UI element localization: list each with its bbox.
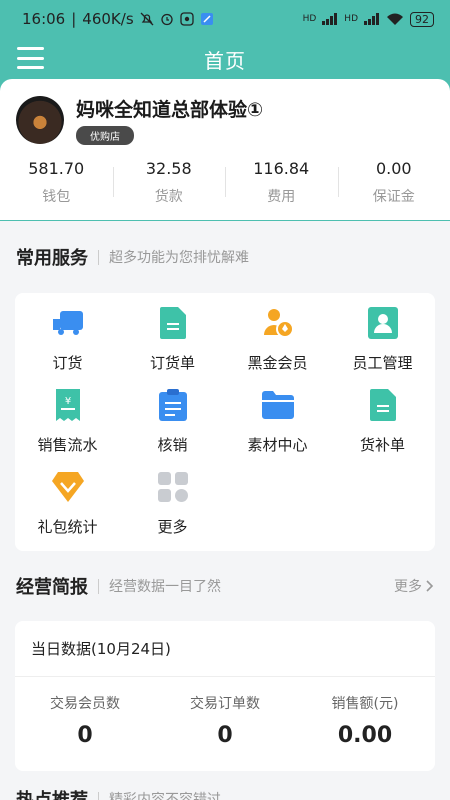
divider [98,249,99,265]
stat-value: 0.00 [375,159,412,178]
section-subtitle: 经营数据一目了然 [109,579,221,595]
section-title: 经营简报 [16,577,88,598]
stat-deposit[interactable]: 0.00 保证金 [337,159,450,206]
service-staff[interactable]: 员工管理 [330,307,435,379]
service-sales-ledger[interactable]: ¥ 销售流水 [15,389,120,461]
report-more-link[interactable]: 更多 [394,576,434,596]
chevron-right-icon [426,580,434,592]
account-stats: 581.70 钱包 32.58 货款 116.84 费用 0.00 保证金 [0,159,450,206]
signal1-icon [322,13,338,25]
section-title: 常用服务 [16,248,88,269]
mute-icon [140,12,154,26]
report-stat-label: 交易会员数 [50,696,120,712]
order-doc-icon [157,307,189,339]
service-label: 订货单 [149,354,195,372]
gift-badge-icon [51,471,84,503]
section-title: 热点推荐 [16,786,88,800]
avatar[interactable] [16,96,64,144]
report-stats: 交易会员数 0 交易订单数 0 销售额(元) 0.00 [15,677,435,771]
signal2-icon [364,13,379,25]
service-label: 核销 [157,436,188,454]
services-grid: 订货 订货单 黑金会员 员工管理 ¥ 销售流水 核销 素材中心 货补单 礼包统计… [15,293,435,551]
section-subtitle: 超多功能为您排忧解难 [109,250,249,266]
service-label: 更多 [157,518,188,536]
store-badge: 优购店 [76,126,134,145]
service-order[interactable]: 订货 [15,307,120,379]
truck-icon [52,307,84,339]
signal1-label: HD [302,14,317,24]
report-stat-value: 0 [77,723,93,748]
service-label: 礼包统计 [37,518,98,536]
service-materials[interactable]: 素材中心 [225,389,330,461]
store-name: 妈咪全知道总部体验① [76,99,264,121]
divider [98,791,99,800]
stat-label: 货款 [154,189,183,205]
vip-member-icon [262,307,294,339]
service-label: 员工管理 [352,354,413,372]
service-order-list[interactable]: 订货单 [120,307,225,379]
top-header: 16:06 | 460K/s HD HD 92 首页 [0,0,450,80]
stat-label: 费用 [267,189,296,205]
profile-card: 妈咪全知道总部体验① 优购店 581.70 钱包 32.58 货款 116.84… [0,79,450,220]
page-title: 首页 [204,48,246,73]
status-speed: 460K/s [82,10,134,28]
replenish-doc-icon [367,389,399,421]
report-stat-value: 0 [217,723,233,748]
services-header: 常用服务 超多功能为您排忧解难 [0,221,450,293]
app-bar: 首页 [0,38,450,80]
service-gift-stats[interactable]: 礼包统计 [15,471,120,543]
app-notify2-icon [200,13,213,25]
profile-wrap: 妈咪全知道总部体验① 优购店 581.70 钱包 32.58 货款 116.84… [0,79,450,221]
report-card[interactable]: 当日数据(10月24日) 交易会员数 0 交易订单数 0 销售额(元) 0.00 [15,621,435,771]
report-stat-orders: 交易订单数 0 [155,693,295,771]
wifi-icon [387,13,403,25]
service-label: 黑金会员 [247,354,308,372]
service-label: 货补单 [359,436,405,454]
status-time: 16:06 [22,10,66,28]
service-vip[interactable]: 黑金会员 [225,307,330,379]
report-stat-label: 交易订单数 [190,696,260,712]
service-label: 销售流水 [37,436,98,454]
service-verify[interactable]: 核销 [120,389,225,461]
stat-value: 116.84 [253,159,310,178]
svg-text:¥: ¥ [64,396,70,407]
status-bar: 16:06 | 460K/s HD HD 92 [0,0,450,38]
stat-value: 581.70 [28,159,85,178]
report-day-title: 当日数据(10月24日) [15,621,435,677]
hot-header: 热点推荐 精彩内容不容错过 [0,774,450,800]
service-label: 订货 [52,354,83,372]
stat-payment[interactable]: 32.58 货款 [112,159,226,206]
service-more[interactable]: 更多 [120,471,225,543]
signal2-label: HD [344,14,358,24]
report-stat-sales: 销售额(元) 0.00 [295,693,435,771]
report-stat-value: 0.00 [337,723,393,748]
employee-card-icon [367,307,399,339]
divider [98,578,99,594]
grid-more-icon [157,471,189,503]
service-replenish[interactable]: 货补单 [330,389,435,461]
stat-expense[interactable]: 116.84 费用 [225,159,338,206]
report-stat-members: 交易会员数 0 [15,693,155,771]
report-stat-label: 销售额(元) [331,696,399,712]
stat-label: 保证金 [372,189,415,205]
battery-indicator: 92 [410,11,434,27]
section-subtitle: 精彩内容不容错过 [109,792,221,800]
alarm-icon [160,13,173,26]
clipboard-icon [157,389,189,421]
folder-icon [261,389,294,421]
menu-button[interactable] [17,47,44,69]
service-label: 素材中心 [247,436,308,454]
app-notify-icon [179,12,194,26]
more-label: 更多 [394,579,422,595]
stat-value: 32.58 [145,159,192,178]
stat-label: 钱包 [42,189,71,205]
profile-header[interactable]: 妈咪全知道总部体验① 优购店 [0,95,450,145]
stat-wallet[interactable]: 581.70 钱包 [0,159,113,206]
store-info: 妈咪全知道总部体验① 优购店 [76,95,263,145]
report-header: 经营简报 经营数据一目了然 更多 [0,551,450,621]
sales-ledger-icon: ¥ [52,389,84,421]
